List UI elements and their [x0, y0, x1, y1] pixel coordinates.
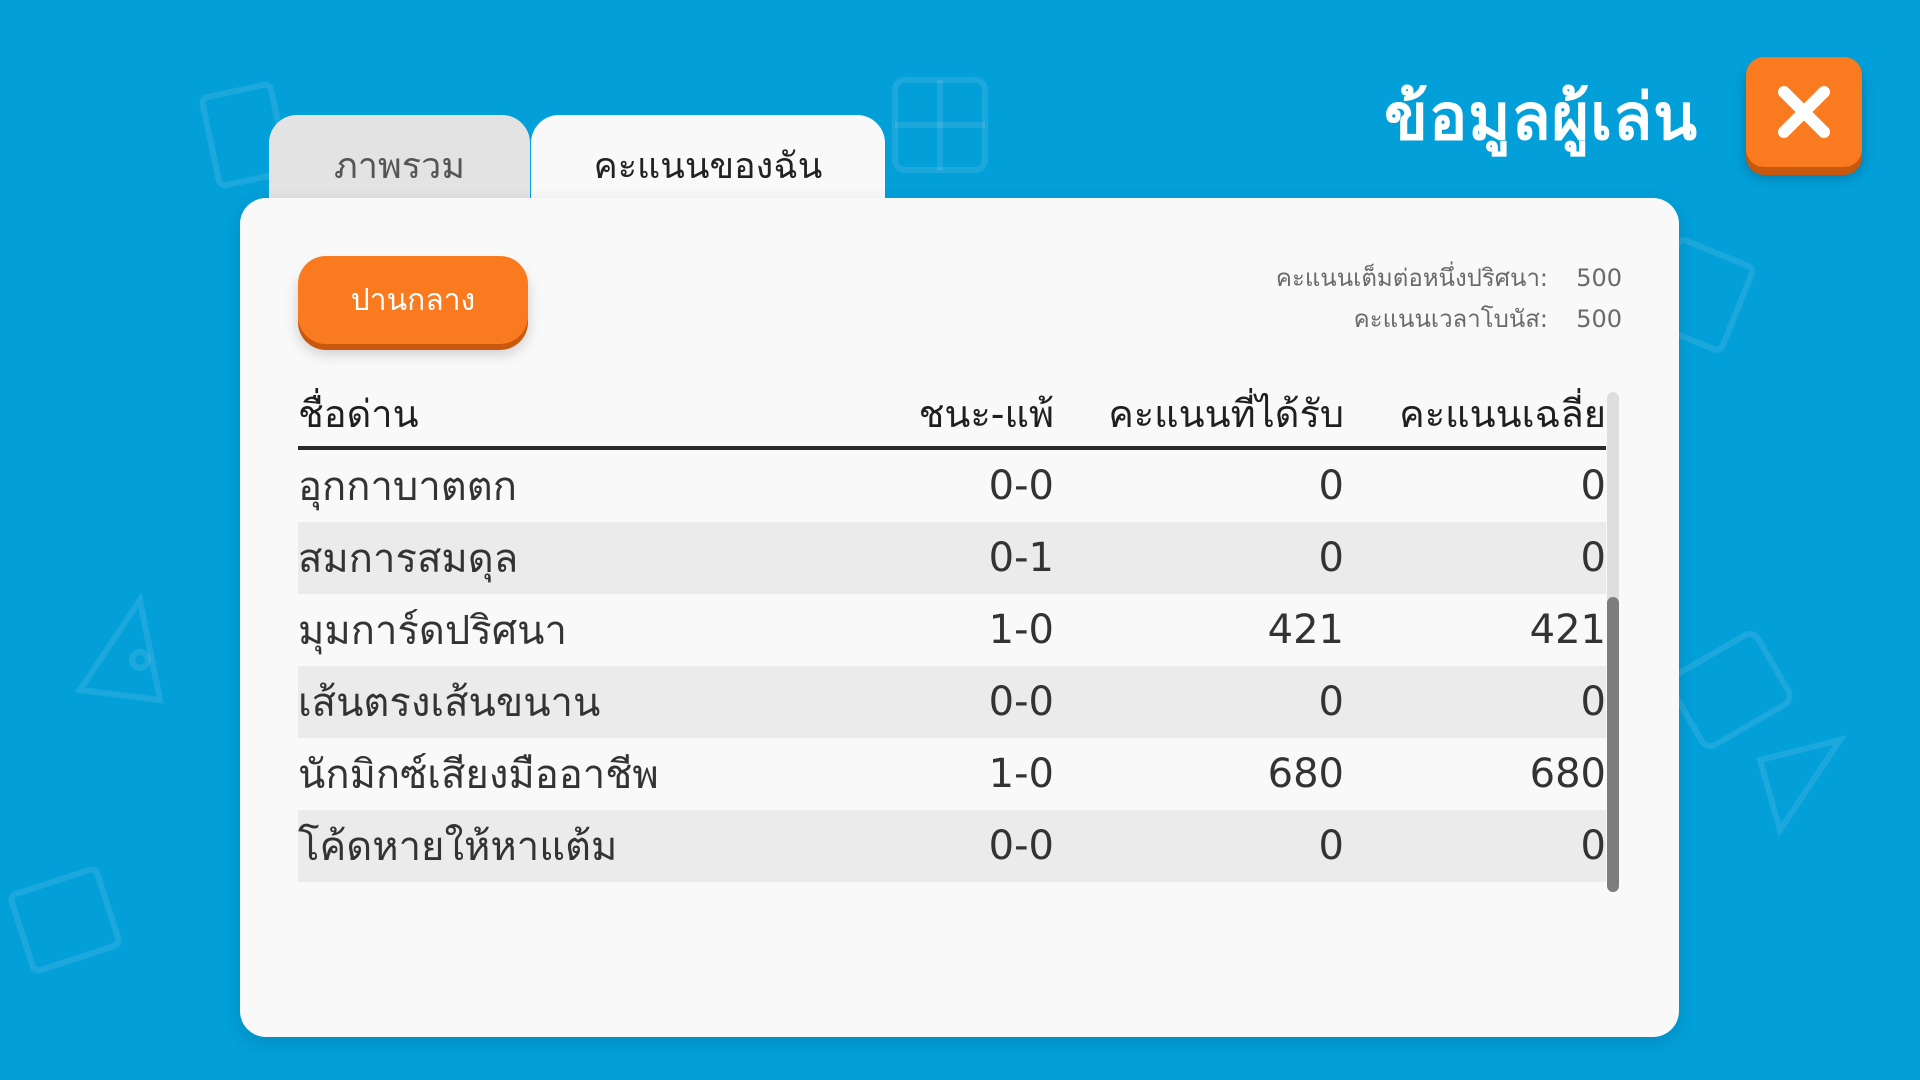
table-row: มุมการ์ดปริศนา 1-0 421 421 [298, 594, 1606, 666]
page-title: ข้อมูลผู้เล่น [1384, 81, 1698, 155]
stage-name: เส้นตรงเส้นขนาน [298, 680, 601, 726]
stage-score-table: ชื่อด่าน ชนะ-แพ้ คะแนนที่ได้รับ คะแนนเฉล… [298, 392, 1606, 882]
win-loss: 0-0 [988, 823, 1054, 869]
header-win-loss: ชนะ-แพ้ [918, 392, 1054, 436]
header-stage-name: ชื่อด่าน [298, 392, 419, 436]
full-score-row: คะแนนเต็มต่อหนึ่งปริศนา: 500 [1276, 258, 1622, 299]
average: 421 [1529, 607, 1606, 653]
bonus-value: 500 [1576, 305, 1622, 333]
score: 680 [1267, 751, 1344, 797]
score: 0 [1318, 463, 1344, 509]
stage-name: นักมิกซ์เสียงมืออาชีพ [298, 752, 659, 798]
header-average: คะแนนเฉลี่ย [1399, 392, 1606, 436]
win-loss: 0-0 [988, 463, 1054, 509]
header-score: คะแนนที่ได้รับ [1108, 392, 1344, 436]
score-info: คะแนนเต็มต่อหนึ่งปริศนา: 500 คะแนนเวลาโบ… [1276, 258, 1622, 340]
tab-overview[interactable]: ภาพรวม [269, 115, 530, 205]
table-row: โค้ดหายให้หาแต้ม 0-0 0 0 [298, 810, 1606, 882]
stage-name: สมการสมดุล [298, 536, 519, 582]
difficulty-level-button[interactable]: ปานกลาง [298, 256, 528, 344]
full-score-value: 500 [1576, 264, 1622, 292]
scrollbar-thumb[interactable] [1607, 597, 1619, 892]
close-button[interactable] [1746, 57, 1862, 167]
stage-name: อุกกาบาตตก [298, 464, 517, 510]
score: 0 [1318, 535, 1344, 581]
table-row: อุกกาบาตตก 0-0 0 0 [298, 450, 1606, 522]
table-scrollbar[interactable] [1607, 392, 1619, 892]
table-row: นักมิกซ์เสียงมืออาชีพ 1-0 680 680 [298, 738, 1606, 810]
average: 0 [1580, 679, 1606, 725]
stage-name: โค้ดหายให้หาแต้ม [298, 824, 618, 870]
average: 0 [1580, 823, 1606, 869]
table-header: ชื่อด่าน ชนะ-แพ้ คะแนนที่ได้รับ คะแนนเฉล… [298, 392, 1606, 450]
close-x-icon [1774, 82, 1834, 142]
score: 0 [1318, 823, 1344, 869]
stage-name: มุมการ์ดปริศนา [298, 608, 567, 654]
score: 421 [1267, 607, 1344, 653]
average: 680 [1529, 751, 1606, 797]
win-loss: 0-1 [988, 535, 1054, 581]
average: 0 [1580, 463, 1606, 509]
win-loss: 1-0 [988, 751, 1054, 797]
tab-my-score[interactable]: คะแนนของฉัน [531, 115, 885, 205]
bonus-label: คะแนนเวลาโบนัส: [1353, 305, 1548, 333]
win-loss: 0-0 [988, 679, 1054, 725]
score: 0 [1318, 679, 1344, 725]
table-row: สมการสมดุล 0-1 0 0 [298, 522, 1606, 594]
table-row: เส้นตรงเส้นขนาน 0-0 0 0 [298, 666, 1606, 738]
win-loss: 1-0 [988, 607, 1054, 653]
bonus-row: คะแนนเวลาโบนัส: 500 [1276, 299, 1622, 340]
average: 0 [1580, 535, 1606, 581]
full-score-label: คะแนนเต็มต่อหนึ่งปริศนา: [1275, 264, 1548, 292]
